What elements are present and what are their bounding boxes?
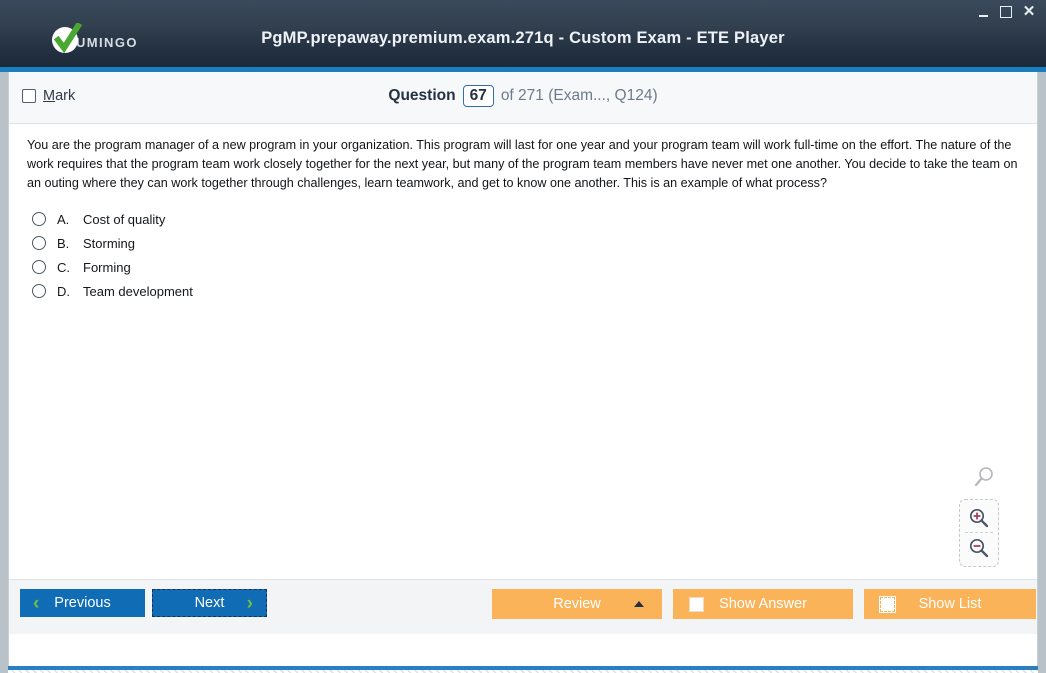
radio-icon-a[interactable] [32,212,46,226]
question-content: You are the program manager of a new pro… [9,124,1037,579]
previous-button[interactable]: ‹ Previous [20,589,145,617]
zoom-buttons-panel [959,499,999,567]
radio-icon-c[interactable] [32,260,46,274]
minimize-icon[interactable] [976,5,990,19]
show-list-button-label: Show List [918,596,982,612]
magnifier-icon[interactable] [973,466,995,493]
option-letter-b: B. [57,235,70,251]
window-controls: ✕ [976,4,1036,19]
window-body: Mark Question 67 of 271 (Exam..., Q124) … [8,72,1038,666]
radio-icon-d[interactable] [32,284,46,298]
title-bar: UMINGO PgMP.prepaway.premium.exam.271q -… [0,0,1046,72]
chevron-up-icon [634,601,644,607]
question-total-label: of 271 (Exam..., Q124) [500,87,658,104]
radio-icon-b[interactable] [32,236,46,250]
answer-option-a[interactable]: A. Cost of quality [27,207,1023,231]
show-answer-button-label: Show Answer [719,596,807,612]
zoom-out-button[interactable] [960,534,998,562]
window-title: PgMP.prepaway.premium.exam.271q - Custom… [261,29,785,47]
answer-option-b[interactable]: B. Storming [27,231,1023,255]
window-frame: Mark Question 67 of 271 (Exam..., Q124) … [0,72,1046,673]
ete-player-window: UMINGO PgMP.prepaway.premium.exam.271q -… [0,0,1046,673]
show-answer-button[interactable]: Show Answer [673,589,853,619]
list-square-icon [879,595,896,613]
maximize-icon[interactable] [999,5,1013,19]
close-icon[interactable]: ✕ [1022,4,1036,19]
option-text-b: Storming [83,235,136,251]
answer-option-c[interactable]: C. Forming [27,255,1023,279]
option-text-c: Forming [83,259,131,275]
show-list-button[interactable]: Show List [864,589,1036,619]
next-button-label: Next [194,595,225,611]
review-button[interactable]: Review [492,589,662,619]
chevron-right-icon: › [246,592,253,614]
option-letter-c: C. [57,259,70,275]
previous-button-label: Previous [54,595,111,611]
chevron-left-icon: ‹ [33,592,40,614]
question-header-bar: Mark Question 67 of 271 (Exam..., Q124) [9,72,1037,124]
answer-square-icon [689,596,704,612]
question-counter: Question 67 of 271 (Exam..., Q124) [9,85,1037,107]
option-letter-a: A. [57,211,70,227]
navigation-bar: ‹ Previous Next › Review Show Answer Sho… [9,579,1037,634]
zoom-in-button[interactable] [960,504,998,532]
bottom-accent-strip [8,666,1038,670]
next-button[interactable]: Next › [152,589,267,617]
option-text-d: Team development [83,283,193,299]
answer-options-list: A. Cost of quality B. Storming C. Formin… [27,207,1023,303]
question-number-field[interactable]: 67 [462,85,494,107]
question-word: Question [388,87,456,104]
review-button-label: Review [553,596,601,612]
option-text-a: Cost of quality [83,211,166,227]
question-text: You are the program manager of a new pro… [27,138,1018,190]
answer-option-d[interactable]: D. Team development [27,279,1023,303]
option-letter-d: D. [57,283,70,299]
